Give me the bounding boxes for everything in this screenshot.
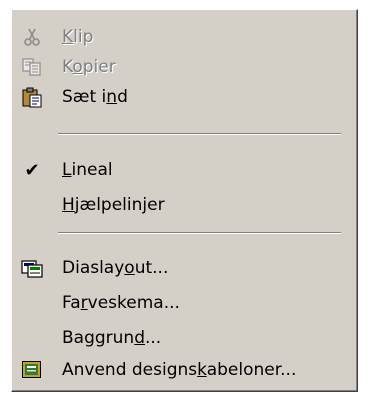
slide-layout-icon bbox=[20, 256, 44, 280]
menu-item-label: Farveskema... bbox=[62, 293, 180, 313]
menu-item-apply-design-template[interactable]: Anvend designskabeloner... bbox=[16, 355, 353, 385]
menu-item-label: Diaslayout... bbox=[62, 258, 169, 278]
menu-item-slide-layout[interactable]: Diaslayout... bbox=[16, 253, 353, 283]
menu-item-cut[interactable]: Klip bbox=[16, 22, 353, 52]
menu-item-label: Baggrund... bbox=[62, 328, 162, 348]
menu-item-label: Anvend designskabeloner... bbox=[62, 360, 297, 380]
menu-separator bbox=[58, 133, 341, 135]
menu-item-color-scheme[interactable]: Farveskema... bbox=[16, 288, 353, 318]
context-menu: Klip Kopier Sæt ind ✔ Lineal Hjælpelinje… bbox=[11, 9, 358, 392]
menu-item-paste[interactable]: Sæt ind bbox=[16, 82, 353, 112]
menu-item-background[interactable]: Baggrund... bbox=[16, 323, 353, 353]
menu-item-guides[interactable]: Hjælpelinjer bbox=[16, 190, 353, 220]
paste-icon bbox=[20, 85, 44, 109]
checkmark-icon: ✔ bbox=[24, 159, 40, 181]
copy-icon bbox=[20, 55, 44, 79]
scissors-icon bbox=[20, 25, 44, 49]
menu-item-label: Hjælpelinjer bbox=[62, 195, 165, 215]
menu-item-label: Lineal bbox=[62, 160, 113, 180]
menu-item-label: Sæt ind bbox=[62, 87, 128, 107]
menu-item-copy[interactable]: Kopier bbox=[16, 52, 353, 82]
menu-item-ruler[interactable]: ✔ Lineal bbox=[16, 155, 353, 185]
menu-item-label: Kopier bbox=[62, 57, 116, 77]
menu-item-label: Klip bbox=[62, 27, 94, 47]
design-template-icon bbox=[20, 358, 44, 382]
menu-separator bbox=[58, 232, 341, 234]
